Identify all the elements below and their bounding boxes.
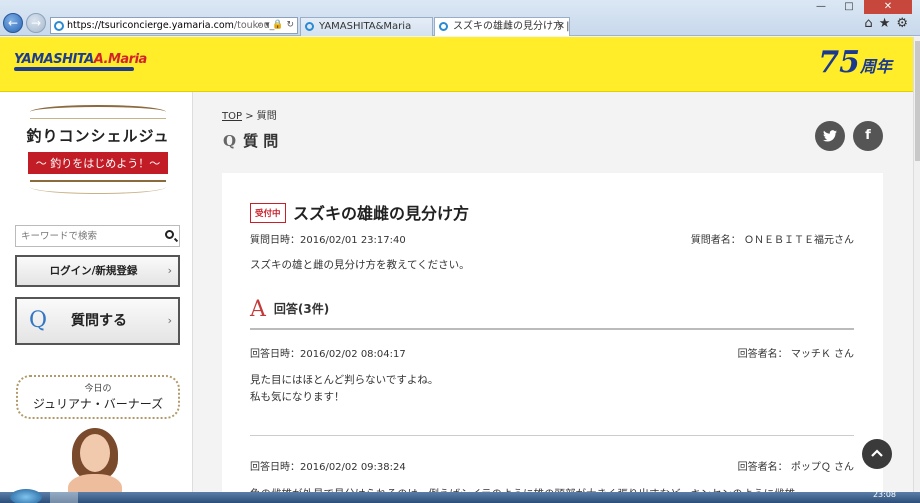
- question-card: 受付中 スズキの雄雌の見分け方 質問日時：2016/02/01 23:17:40…: [222, 173, 883, 503]
- breadcrumb-separator: >: [245, 111, 254, 122]
- tab-question-active[interactable]: スズキの雄雌の見分け方 |... ✕: [434, 17, 570, 36]
- taskbar-clock: 23:08: [872, 490, 896, 499]
- page-title-text: 質 問: [243, 132, 279, 150]
- minimize-button[interactable]: —: [808, 0, 834, 14]
- search-box: [15, 225, 180, 247]
- question-author: 質問者名： ＯＮＥＢＩＴＥ福元さん: [690, 235, 854, 246]
- answer-author: 回答者名： ポップＱ さん: [737, 462, 854, 473]
- taskbar-app[interactable]: [50, 492, 78, 503]
- gear-icon[interactable]: ⚙: [896, 16, 914, 31]
- answer-author: 回答者名： マッチＫ さん: [737, 349, 854, 360]
- facebook-icon[interactable]: f: [853, 121, 883, 151]
- start-button[interactable]: [10, 489, 42, 503]
- logo-text-maria: A.Maria: [93, 52, 148, 67]
- tab-label: YAMASHITA&Maria: [319, 21, 412, 32]
- today-frame: 今日の ジュリアナ・バーナーズ: [16, 375, 180, 419]
- tab-yamashita-maria[interactable]: YAMASHITA&Maria: [300, 17, 433, 36]
- address-bar[interactable]: https://tsuriconcierge.yamaria.com/touko…: [50, 17, 298, 34]
- anniversary-mark: 75周年: [818, 45, 892, 80]
- browser-chrome: — □ ✕ ← → https://tsuriconcierge.yamaria…: [0, 0, 920, 36]
- person-face: [80, 434, 110, 472]
- logo-text-yamashita: YAMASHITA: [14, 52, 94, 67]
- answer-divider: [250, 435, 854, 436]
- home-icon[interactable]: ⌂: [864, 16, 878, 31]
- today-person-name: ジュリアナ・バーナーズ: [32, 397, 164, 411]
- ornament-top: [30, 105, 166, 119]
- forward-button[interactable]: →: [26, 13, 46, 33]
- anniversary-number: 75: [818, 45, 860, 80]
- ie-tab-icon: [439, 22, 448, 31]
- anniversary-suffix: 周年: [859, 57, 892, 76]
- search-input[interactable]: [16, 226, 154, 246]
- answer-a-icon: A: [250, 297, 266, 322]
- login-register-button[interactable]: ログイン/新規登録 ›: [15, 255, 180, 287]
- status-badge: 受付中: [250, 203, 286, 223]
- ask-question-label: 質問する: [71, 313, 127, 329]
- twitter-icon[interactable]: [815, 121, 845, 151]
- login-register-label: ログイン/新規登録: [49, 265, 138, 277]
- question-body: スズキの雄と雌の見分け方を教えてください。: [250, 259, 470, 271]
- chevron-right-icon: ›: [167, 264, 172, 277]
- concierge-subtitle: 〜 釣りをはじめよう！〜: [27, 152, 169, 174]
- today-label: 今日の: [84, 384, 112, 394]
- answers-count: 回答(3件): [273, 302, 330, 316]
- page-scrollbar[interactable]: [913, 37, 920, 492]
- scrollbar-thumb[interactable]: [915, 41, 920, 161]
- question-title: スズキの雄雌の見分け方: [293, 204, 470, 223]
- maximize-button[interactable]: □: [836, 0, 862, 14]
- site-header: YAMASHITAA.Maria 75周年: [0, 37, 920, 92]
- logo-swoosh: [14, 67, 134, 71]
- star-icon[interactable]: ★: [879, 16, 897, 31]
- browser-toolbar-icons: ⌂★⚙: [864, 16, 914, 31]
- chevron-right-icon: ›: [167, 314, 172, 327]
- breadcrumb-top-link[interactable]: TOP: [222, 111, 242, 122]
- ie-tab-icon: [305, 22, 314, 31]
- url-host: https://tsuriconcierge.yamaria.com: [67, 20, 234, 31]
- site-logo[interactable]: YAMASHITAA.Maria: [14, 52, 147, 67]
- tab-label: スズキの雄雌の見分け方 |...: [453, 21, 570, 32]
- today-person-banner[interactable]: 今日の ジュリアナ・バーナーズ: [16, 375, 180, 419]
- ie-page-icon: [54, 21, 64, 31]
- search-icon[interactable]: [165, 230, 174, 239]
- answers-divider: [250, 328, 854, 330]
- question-date: 質問日時：2016/02/01 23:17:40: [250, 235, 406, 246]
- scroll-to-top-button[interactable]: [862, 439, 892, 469]
- breadcrumb: TOP > 質問: [222, 107, 277, 122]
- chevron-up-icon: [871, 449, 883, 457]
- answer-body-line: 私も気になります！: [250, 391, 345, 403]
- concierge-banner[interactable]: 釣りコンシェルジュ 〜 釣りをはじめよう！〜: [16, 105, 180, 210]
- answer-date: 回答日時：2016/02/02 09:38:24: [250, 462, 406, 473]
- ask-question-button[interactable]: Q 質問する ›: [15, 297, 180, 345]
- breadcrumb-current: 質問: [256, 111, 277, 122]
- main-content: TOP > 質問 Q 質 問 f 受付中 スズキの雄雌の見分け方 質問日時：201…: [193, 92, 913, 503]
- back-button[interactable]: ←: [3, 13, 23, 33]
- address-controls[interactable]: ⌕ ▾ 🔒 ↻: [257, 18, 294, 33]
- answer-date: 回答日時：2016/02/02 08:04:17: [250, 349, 406, 360]
- page-title-q-icon: Q: [223, 132, 237, 150]
- answers-header: A 回答(3件): [250, 297, 329, 322]
- sidebar: 釣りコンシェルジュ 〜 釣りをはじめよう！〜 ログイン/新規登録 › Q 質問す…: [0, 92, 193, 503]
- answer-body-line: 見た目にはほとんど判らないですよね。: [250, 374, 439, 386]
- ornament-bottom: [30, 180, 166, 194]
- close-window-button[interactable]: ✕: [864, 0, 912, 14]
- windows-taskbar: 23:08: [0, 489, 920, 503]
- concierge-title: 釣りコンシェルジュ: [26, 127, 170, 145]
- question-q-icon: Q: [29, 308, 48, 333]
- page-title: Q質 問: [223, 130, 278, 151]
- close-tab-icon[interactable]: ✕: [557, 18, 565, 36]
